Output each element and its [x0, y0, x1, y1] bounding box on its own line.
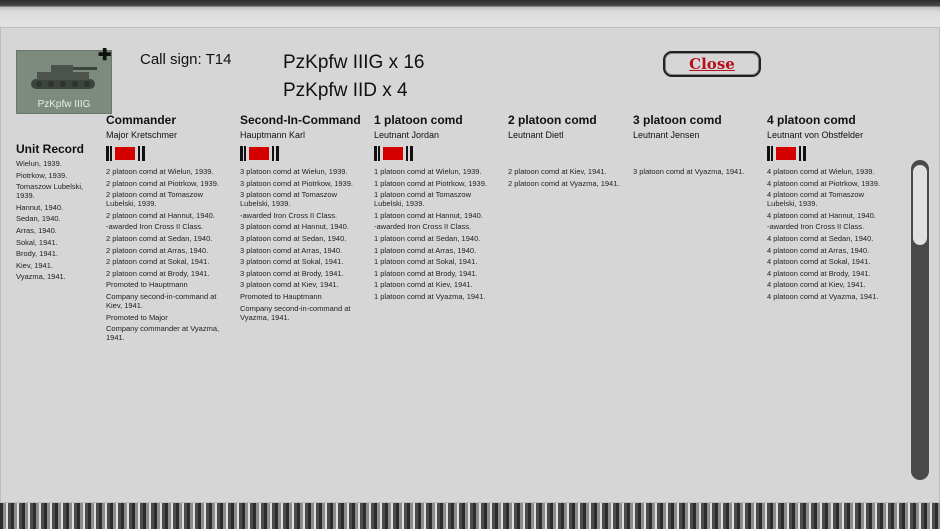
service-record-entry: 4 platoon comd at Kiev, 1941. — [767, 280, 866, 290]
service-record-entry: 1 platoon comd at Tomaszow Lubelski, 193… — [374, 190, 471, 209]
plus-icon[interactable]: ✚ — [98, 48, 111, 64]
service-record-entry: 1 platoon comd at Kiev, 1941. — [374, 280, 473, 290]
officer-column-second-in-command: Second-In-Command Hauptmann Karl 3 platoon… — [240, 113, 368, 324]
iron-cross-ribbon-icon — [374, 146, 414, 162]
service-record-entry: 1 platoon comd at Brody, 1941. — [374, 268, 478, 278]
unit-record-entry: Wielun, 1939. — [16, 159, 62, 168]
service-record-entry: 3 platoon comd at Sedan, 1940. — [240, 233, 347, 243]
service-record-entry: 4 platoon comd at Sokal, 1941. — [767, 257, 871, 267]
iron-cross-ribbon-icon — [240, 146, 280, 162]
officer-column-3-platoon: 3 platoon comd Leutnant Jensen 3 platoon c… — [633, 113, 761, 179]
service-record-entry: 4 platoon comd at Hannut, 1940. — [767, 210, 876, 220]
service-record-entry: 3 platoon comd at Tomaszow Lubelski, 193… — [240, 190, 337, 209]
officer-column-commander: Commander Major Kretschmer 2 platoon comd … — [106, 113, 234, 345]
service-record-entry: Company second-in-command at Kiev, 1941. — [106, 291, 217, 310]
unit-record-title: Unit Record — [16, 142, 85, 156]
service-record-entry: -awarded Iron Cross II Class. — [767, 222, 865, 232]
service-record-entry: 2 platoon comd at Arras, 1940. — [106, 245, 209, 255]
officer-column-1-platoon: 1 platoon comd Leutnant Jordan 1 platoon c… — [374, 113, 502, 304]
unit-record-entry: Brody, 1941. — [16, 249, 58, 259]
service-record-entry: 4 platoon comd at Piotrkow, 1939. — [767, 178, 880, 188]
unit-record-entry: Arras, 1940. — [16, 225, 57, 235]
iron-cross-ribbon-icon — [106, 146, 146, 162]
officer-name: Leutnant von Obstfelder — [767, 130, 864, 140]
service-record-entry: 1 platoon comd at Arras, 1940. — [374, 245, 477, 255]
service-record-list: 1 platoon comd at Wielun, 1939. 1 platoon… — [374, 167, 502, 301]
service-record-entry: 1 platoon comd at Hannut, 1940. — [374, 210, 483, 220]
officer-role: Second-In-Command — [240, 113, 361, 127]
service-record-entry: 3 platoon comd at Vyazma, 1941. — [633, 167, 745, 176]
officer-role: Commander — [106, 113, 177, 127]
service-record-entry: 3 platoon comd at Brody, 1941. — [240, 268, 344, 278]
officer-column-2-platoon: 2 platoon comd Leutnant Dietl 2 platoon co… — [508, 113, 636, 190]
service-record-entry: 3 platoon comd at Kiev, 1941. — [240, 280, 339, 290]
unit-record-entry: Sedan, 1940. — [16, 214, 61, 224]
unit-record-entry: Kiev, 1941. — [16, 260, 53, 270]
service-record-entry: 2 platoon comd at Tomaszow Lubelski, 193… — [106, 190, 203, 209]
service-record-entry: 3 platoon comd at Hannut, 1940. — [240, 222, 349, 232]
service-record-entry: 1 platoon comd at Wielun, 1939. — [374, 167, 482, 176]
service-record-entry: Promoted to Hauptmann — [106, 280, 188, 290]
service-record-entry: 3 platoon comd at Piotrkow, 1939. — [240, 178, 353, 188]
service-record-entry: 2 platoon comd at Kiev, 1941. — [508, 167, 607, 176]
service-record-entry: -awarded Iron Cross II Class. — [374, 222, 472, 232]
service-record-list: 3 platoon comd at Vyazma, 1941. — [633, 167, 761, 176]
unit-record-entry: Tomaszow Lubelski, 1939. — [16, 182, 84, 201]
service-record-entry: 4 platoon comd at Brody, 1941. — [767, 268, 871, 278]
officer-role: 2 platoon comd — [508, 113, 597, 127]
service-record-entry: 4 platoon comd at Tomaszow Lubelski, 193… — [767, 190, 864, 209]
unit-record-entry: Piotrkow, 1939. — [16, 170, 68, 180]
officer-role: 4 platoon comd — [767, 113, 856, 127]
service-record-entry: 4 platoon comd at Wielun, 1939. — [767, 167, 875, 176]
service-record-entry: 2 platoon comd at Wielun, 1939. — [106, 167, 214, 176]
officer-name: Major Kretschmer — [106, 130, 178, 140]
service-record-entry: 4 platoon comd at Sedan, 1940. — [767, 233, 874, 243]
tank-count-secondary: PzKpfw IID x 4 — [283, 80, 408, 101]
service-record-entry: 3 platoon comd at Wielun, 1939. — [240, 167, 348, 176]
background-bottom — [0, 500, 940, 529]
unit-record-entry: Vyazma, 1941. — [16, 272, 66, 282]
call-sign: Call sign: T14 — [140, 51, 232, 68]
service-record-list: 2 platoon comd at Kiev, 1941. 2 platoon c… — [508, 167, 636, 188]
unit-image-label: PzKpfw IIIG — [37, 99, 91, 110]
service-record-entry: 3 platoon comd at Sokal, 1941. — [240, 257, 344, 267]
tank-count-primary: PzKpfw IIIG x 16 — [283, 52, 425, 73]
service-record-entry: 1 platoon comd at Vyazma, 1941. — [374, 291, 486, 301]
service-record-entry: 2 platoon comd at Vyazma, 1941. — [508, 178, 620, 188]
service-record-entry: 2 platoon comd at Piotrkow, 1939. — [106, 178, 219, 188]
scrollbar-thumb[interactable] — [913, 165, 927, 245]
iron-cross-ribbon-icon — [767, 146, 807, 162]
tank-icon — [31, 65, 97, 89]
officer-name: Leutnant Dietl — [508, 130, 564, 140]
officer-name: Leutnant Jensen — [633, 130, 700, 140]
unit-record-entry: Sokal, 1941. — [16, 237, 58, 247]
service-record-entry: 4 platoon comd at Vyazma, 1941. — [767, 291, 879, 301]
service-record-entry: 1 platoon comd at Piotrkow, 1939. — [374, 178, 487, 188]
service-record-list: 4 platoon comd at Wielun, 1939. 4 platoon… — [767, 167, 895, 301]
service-record-entry: 2 platoon comd at Brody, 1941. — [106, 268, 210, 278]
service-record-entry: 3 platoon comd at Arras, 1940. — [240, 245, 343, 255]
service-record-entry: Promoted to Hauptmann — [240, 291, 322, 301]
service-record-entry: 4 platoon comd at Arras, 1940. — [767, 245, 870, 255]
service-record-entry: Company commander at Vyazma, 1941. — [106, 324, 220, 343]
service-record-entry: Promoted to Major — [106, 312, 168, 322]
service-record-entry: -awarded Iron Cross II Class. — [240, 210, 338, 220]
service-record-entry: 2 platoon comd at Sokal, 1941. — [106, 257, 210, 267]
officer-name: Hauptmann Karl — [240, 130, 306, 140]
service-record-entry: 1 platoon comd at Sedan, 1940. — [374, 233, 481, 243]
officer-role: 3 platoon comd — [633, 113, 722, 127]
service-record-entry: -awarded Iron Cross II Class. — [106, 222, 204, 232]
service-record-entry: Company second-in-command at Vyazma, 194… — [240, 303, 351, 322]
service-record-entry: 1 platoon comd at Sokal, 1941. — [374, 257, 478, 267]
unit-record-entry: Hannut, 1940. — [16, 202, 64, 212]
service-record-list: 2 platoon comd at Wielun, 1939. 2 platoon… — [106, 167, 234, 342]
unit-record-list: Wielun, 1939. Piotrkow, 1939. Tomaszow Lub… — [16, 159, 100, 284]
service-record-entry: 2 platoon comd at Hannut, 1940. — [106, 210, 215, 220]
close-button[interactable]: Close — [663, 51, 761, 77]
officer-column-4-platoon: 4 platoon comd Leutnant von Obstfelder 4 p… — [767, 113, 895, 304]
officer-role: 1 platoon comd — [374, 113, 463, 127]
officer-name: Leutnant Jordan — [374, 130, 440, 140]
service-record-entry: 2 platoon comd at Sedan, 1940. — [106, 233, 213, 243]
service-record-list: 3 platoon comd at Wielun, 1939. 3 platoon… — [240, 167, 368, 322]
